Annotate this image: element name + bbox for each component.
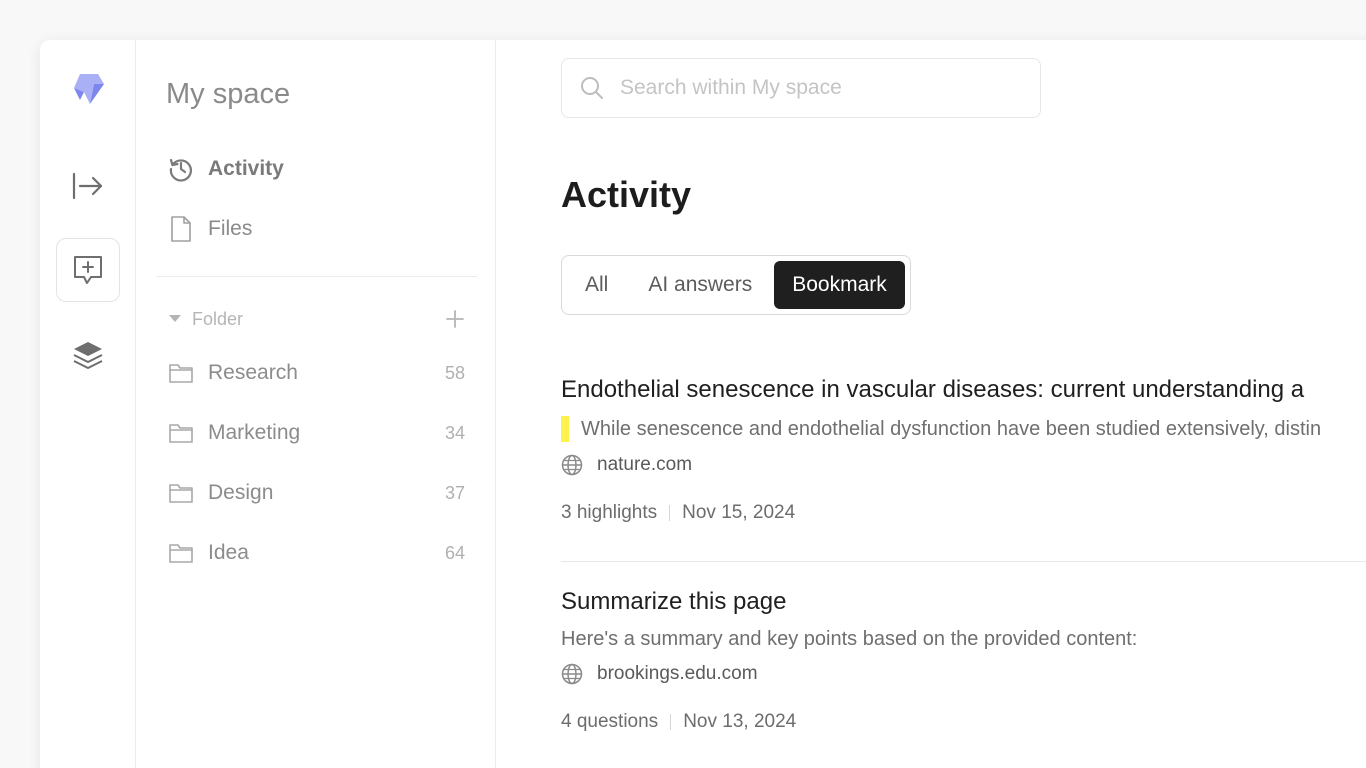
expand-sidebar-icon (72, 172, 103, 200)
new-chat-icon (74, 256, 102, 284)
card-source-label: nature.com (597, 454, 693, 475)
folder-count: 34 (444, 422, 465, 443)
card-source-label: brookings.edu.com (597, 663, 758, 684)
sidebar-item-label: Activity (208, 157, 284, 180)
globe-icon (561, 454, 583, 476)
card-source[interactable]: nature.com (561, 454, 1366, 476)
folder-count: 37 (444, 482, 465, 503)
folder-item-design[interactable]: Design 37 (168, 478, 465, 508)
meta-separator (670, 714, 672, 730)
card-stat: 3 highlights (561, 502, 658, 523)
logo-button[interactable] (56, 58, 120, 122)
sidebar-item-files[interactable]: Files (168, 214, 252, 244)
activity-card[interactable]: Summarize this page Here's a summary and… (561, 588, 1366, 733)
layers-button[interactable] (56, 324, 120, 388)
history-icon (169, 158, 192, 182)
sidebar-item-label: Files (208, 217, 253, 240)
card-snippet: Here's a summary and key points based on… (561, 628, 1366, 651)
expand-sidebar-button[interactable] (56, 154, 120, 218)
page-title: Activity (561, 174, 692, 215)
tab-bookmark[interactable]: Bookmark (774, 261, 905, 309)
card-title[interactable]: Endothelial senescence in vascular disea… (561, 376, 1366, 404)
sidebar: My space Activity Files Folder Research … (136, 40, 496, 768)
layers-icon (73, 342, 103, 369)
card-date: Nov 13, 2024 (683, 711, 797, 732)
filter-tabs: All AI answers Bookmark (561, 255, 911, 315)
card-snippet-text: While senescence and endothelial dysfunc… (581, 417, 1322, 440)
folder-item-research[interactable]: Research 58 (168, 358, 465, 388)
card-stat: 4 questions (561, 711, 659, 732)
icon-rail (40, 40, 136, 768)
search-icon (581, 77, 603, 99)
search-box[interactable] (561, 58, 1041, 118)
card-date: Nov 15, 2024 (682, 502, 796, 523)
folder-header-label: Folder (192, 308, 244, 329)
caret-down-icon (169, 315, 181, 322)
highlight-marker (561, 416, 569, 442)
card-meta: 3 highlights Nov 15, 2024 (561, 502, 1366, 524)
card-meta: 4 questions Nov 13, 2024 (561, 711, 1366, 733)
new-chat-button[interactable] (56, 238, 120, 302)
sidebar-divider (156, 276, 477, 277)
folder-icon (169, 484, 193, 503)
logo-icon (74, 74, 104, 104)
folder-count: 64 (444, 542, 465, 563)
folder-item-marketing[interactable]: Marketing 34 (168, 418, 465, 448)
folder-icon (169, 424, 193, 443)
folder-icon (169, 364, 193, 383)
folder-label: Research (208, 361, 298, 384)
sidebar-title: My space (166, 78, 291, 110)
search-input[interactable] (620, 76, 1020, 100)
tab-all[interactable]: All (567, 261, 626, 309)
folder-section-header: Folder (168, 307, 465, 331)
main-content: Activity All AI answers Bookmark Endothe… (496, 40, 1366, 768)
folder-item-idea[interactable]: Idea 64 (168, 538, 465, 568)
globe-icon (561, 663, 583, 685)
folder-label: Design (208, 481, 274, 504)
meta-separator (669, 505, 671, 521)
file-icon (171, 216, 191, 242)
folder-icon (169, 544, 193, 563)
folder-label: Marketing (208, 421, 301, 444)
tab-ai-answers[interactable]: AI answers (630, 261, 770, 309)
card-title[interactable]: Summarize this page (561, 588, 1366, 616)
card-source[interactable]: brookings.edu.com (561, 663, 1366, 685)
card-snippet-text: Here's a summary and key points based on… (561, 628, 1138, 650)
activity-card[interactable]: Endothelial senescence in vascular disea… (561, 376, 1366, 524)
folder-label: Idea (208, 541, 249, 564)
card-divider (561, 561, 1366, 562)
folder-count: 58 (444, 362, 465, 383)
folder-toggle[interactable]: Folder (168, 309, 243, 330)
card-snippet: While senescence and endothelial dysfunc… (561, 416, 1366, 442)
add-folder-icon[interactable] (445, 309, 465, 329)
app-window: My space Activity Files Folder Research … (40, 40, 1366, 768)
sidebar-item-activity[interactable]: Activity (168, 154, 284, 184)
